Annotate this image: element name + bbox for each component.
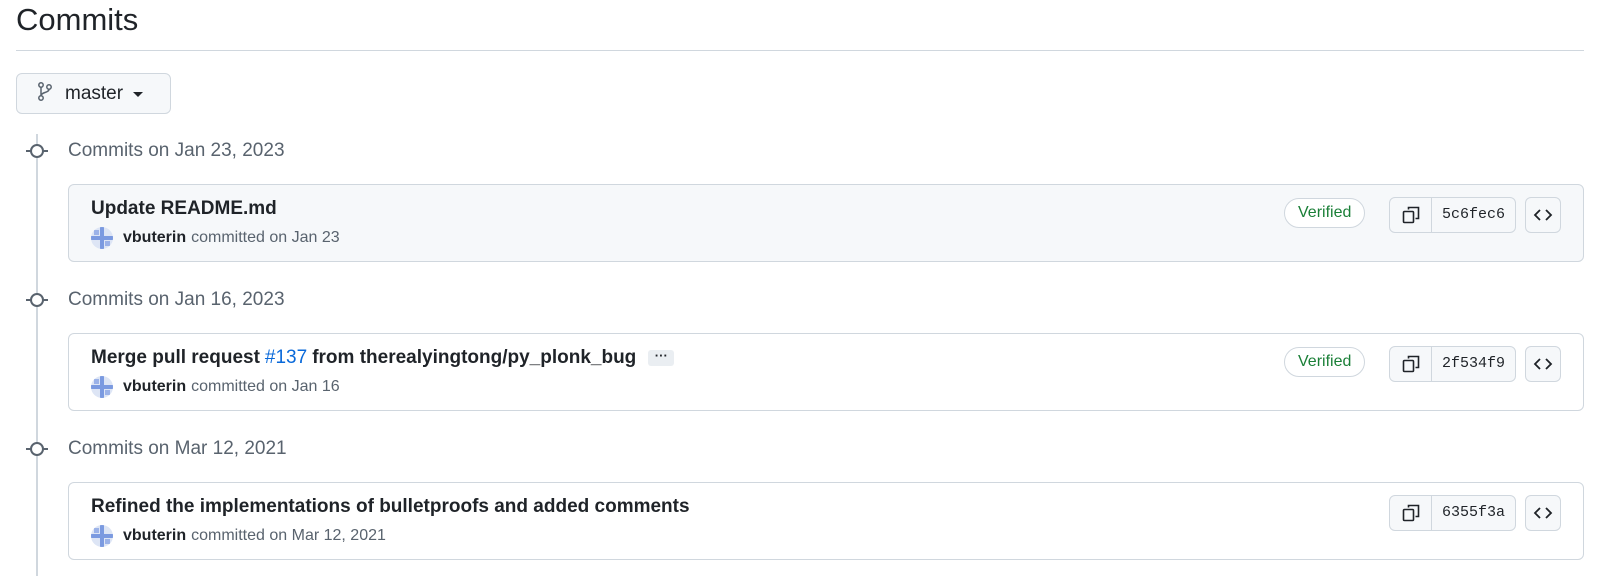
verified-badge[interactable]: Verified (1284, 198, 1366, 228)
browse-repository-button[interactable] (1525, 346, 1561, 382)
commit-group-date: Commits on Jan 23, 2023 (68, 140, 285, 161)
commit-meta: vbuterin committed on Mar 12, 2021 (91, 525, 386, 547)
code-brackets-icon (1533, 209, 1553, 221)
commit-title[interactable]: Update README.md (91, 198, 277, 220)
commit-group-date: Commits on Jan 16, 2023 (68, 289, 285, 310)
commit-sha-group: 6355f3a (1389, 495, 1517, 531)
avatar[interactable] (91, 227, 113, 249)
copy-sha-button[interactable] (1390, 496, 1432, 530)
pull-request-link[interactable]: #137 (265, 347, 307, 369)
copy-icon (1402, 355, 1419, 373)
git-commit-icon (26, 288, 48, 312)
commit-meta: vbuterin committed on Jan 16 (91, 376, 340, 398)
title-divider (16, 50, 1584, 51)
chevron-down-icon (133, 92, 144, 97)
copy-sha-button[interactable] (1390, 198, 1432, 232)
commit-author[interactable]: vbuterin (123, 527, 186, 545)
commit-group-header: Commits on Jan 23, 2023 (26, 139, 285, 163)
commit-date: committed on Mar 12, 2021 (191, 527, 386, 544)
commit-group-date: Commits on Mar 12, 2021 (68, 438, 287, 459)
copy-sha-button[interactable] (1390, 347, 1432, 381)
commit-row: Refined the implementations of bulletpro… (68, 482, 1584, 560)
git-branch-icon (37, 81, 53, 106)
commit-row: Merge pull request #137 from therealying… (68, 333, 1584, 411)
expand-message-button[interactable]: ··· (648, 349, 675, 366)
copy-icon (1402, 206, 1419, 224)
page-title: Commits (16, 2, 139, 37)
avatar[interactable] (91, 376, 113, 398)
commit-sha-link[interactable]: 6355f3a (1432, 496, 1515, 530)
commit-author[interactable]: vbuterin (123, 378, 186, 396)
commit-message[interactable]: Refined the implementations of bulletpro… (91, 496, 690, 518)
code-brackets-icon (1533, 358, 1553, 370)
commit-group-header: Commits on Jan 16, 2023 (26, 288, 285, 312)
git-commit-icon (26, 437, 48, 461)
git-commit-icon (26, 139, 48, 163)
commit-group-header: Commits on Mar 12, 2021 (26, 437, 287, 461)
commit-row: Update README.md vbuterin committed on J… (68, 184, 1584, 262)
commit-message-prefix[interactable]: Merge pull request (91, 347, 260, 369)
commit-sha-group: 2f534f9 (1389, 346, 1517, 382)
commit-meta: vbuterin committed on Jan 23 (91, 227, 340, 249)
branch-name: master (65, 82, 124, 104)
commit-author[interactable]: vbuterin (123, 229, 186, 247)
commit-title: Merge pull request #137 from therealying… (91, 347, 675, 369)
branch-selector-button[interactable]: master (16, 73, 171, 114)
commit-title[interactable]: Refined the implementations of bulletpro… (91, 496, 690, 518)
copy-icon (1402, 504, 1419, 522)
timeline-line (36, 134, 38, 576)
commit-sha-link[interactable]: 5c6fec6 (1432, 198, 1515, 232)
commit-message[interactable]: Update README.md (91, 198, 277, 220)
code-brackets-icon (1533, 507, 1553, 519)
verified-badge[interactable]: Verified (1284, 347, 1366, 377)
commit-date: committed on Jan 16 (191, 378, 340, 395)
browse-repository-button[interactable] (1525, 197, 1561, 233)
avatar[interactable] (91, 525, 113, 547)
commit-message-suffix[interactable]: from therealyingtong/py_plonk_bug (312, 347, 636, 369)
commit-sha-group: 5c6fec6 (1389, 197, 1517, 233)
commit-sha-link[interactable]: 2f534f9 (1432, 347, 1515, 381)
browse-repository-button[interactable] (1525, 495, 1561, 531)
commit-date: committed on Jan 23 (191, 229, 340, 246)
